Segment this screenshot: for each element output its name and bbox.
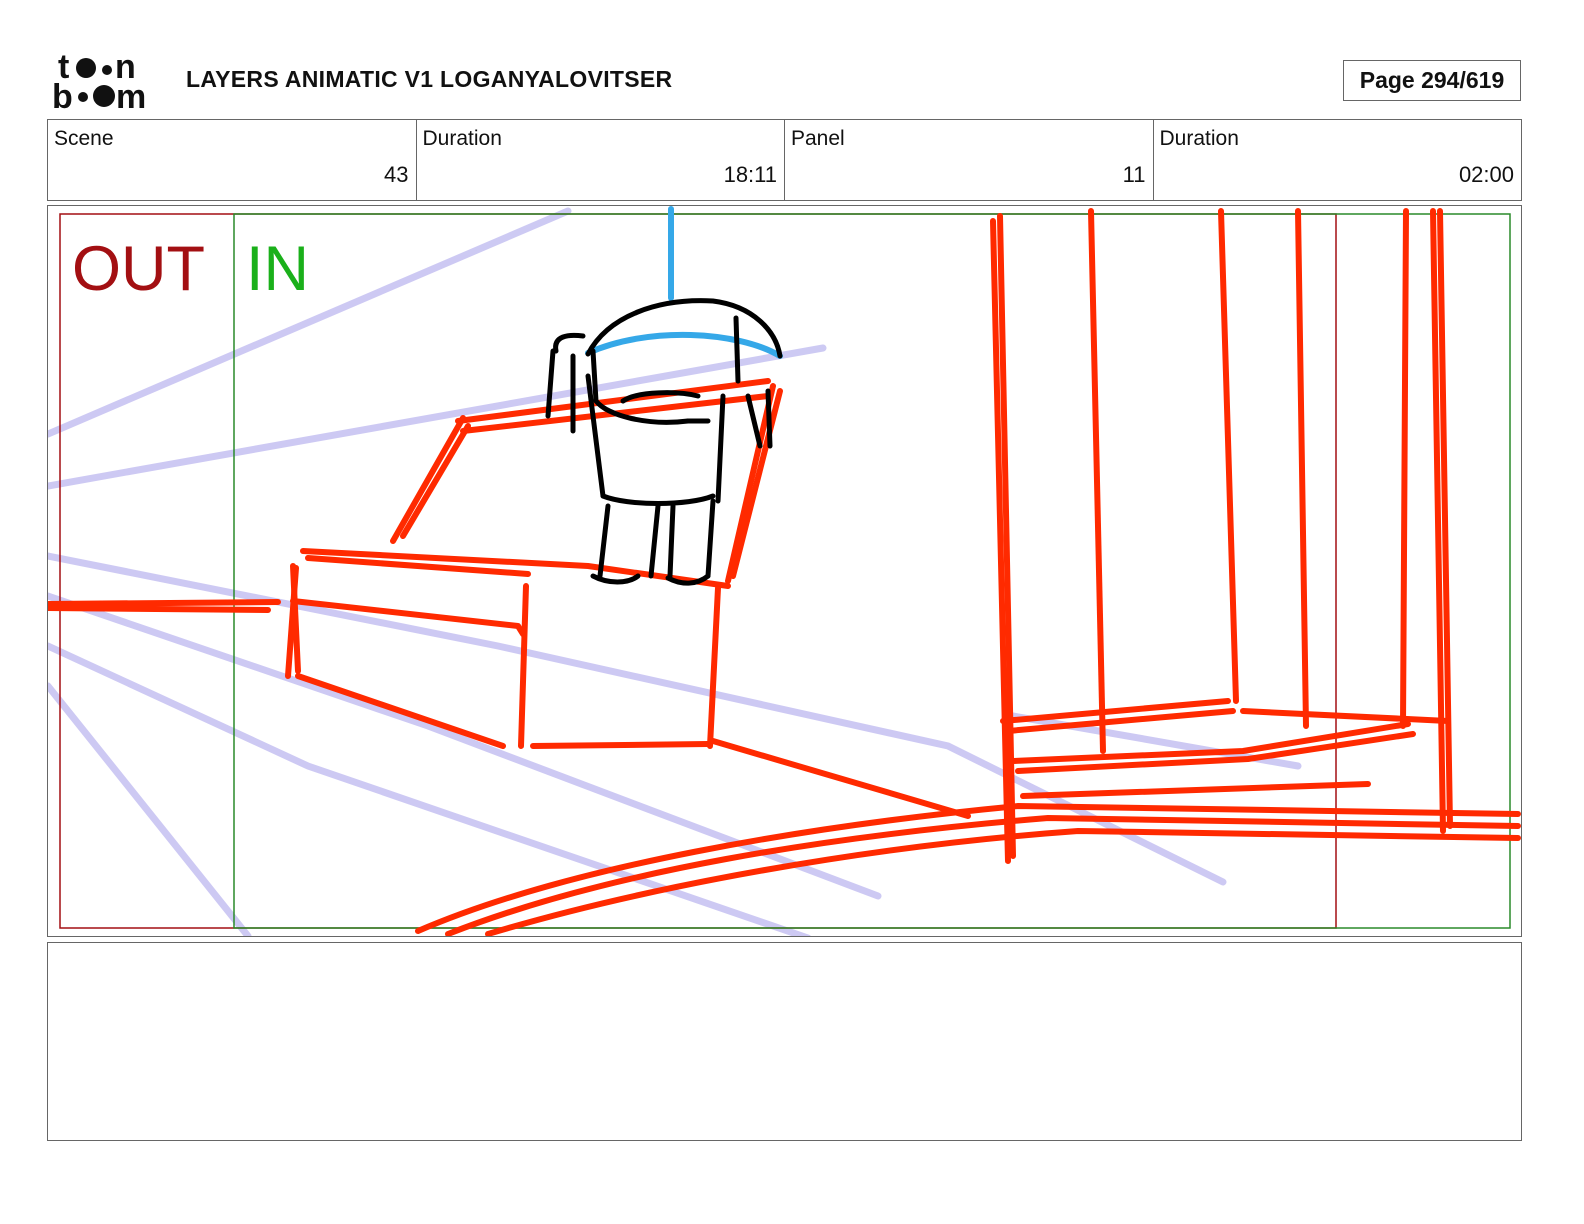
panel-label: Panel: [791, 127, 845, 150]
panel-cell: Panel 11: [785, 120, 1154, 200]
perspective-guides: [48, 207, 1302, 936]
rope-sketch: [585, 206, 783, 359]
svg-text:b: b: [52, 78, 73, 112]
out-label: OUT: [72, 234, 205, 304]
set-sketch: [48, 208, 1521, 936]
toonboom-logo: t n b m toon: [52, 50, 146, 112]
scene-label: Scene: [54, 127, 114, 150]
scene-duration-cell: Duration 18:11: [417, 120, 785, 200]
page-indicator: Page 294/619: [1343, 60, 1521, 101]
panel-duration-label: Duration: [1159, 127, 1239, 150]
svg-text:m: m: [116, 78, 146, 112]
in-label: IN: [246, 234, 309, 304]
panel-info-table: Scene 43 Duration 18:11 Panel 11 Duratio…: [47, 119, 1522, 201]
scene-cell: Scene 43: [48, 120, 417, 200]
panel-duration-value: 02:00: [1458, 162, 1514, 187]
storyboard-panel: OUT IN: [47, 205, 1522, 937]
panel-value: 11: [1122, 162, 1146, 187]
document-title: LAYERS ANIMATIC V1 LOGANYALOVITSER: [186, 66, 673, 92]
scene-duration-value: 18:11: [723, 162, 777, 187]
panel-sketch: [48, 206, 1521, 936]
panel-notes: [47, 942, 1522, 1141]
scene-value: 43: [384, 162, 409, 187]
panel-duration-cell: Duration 02:00: [1154, 120, 1522, 200]
scene-duration-label: Duration: [422, 127, 502, 150]
